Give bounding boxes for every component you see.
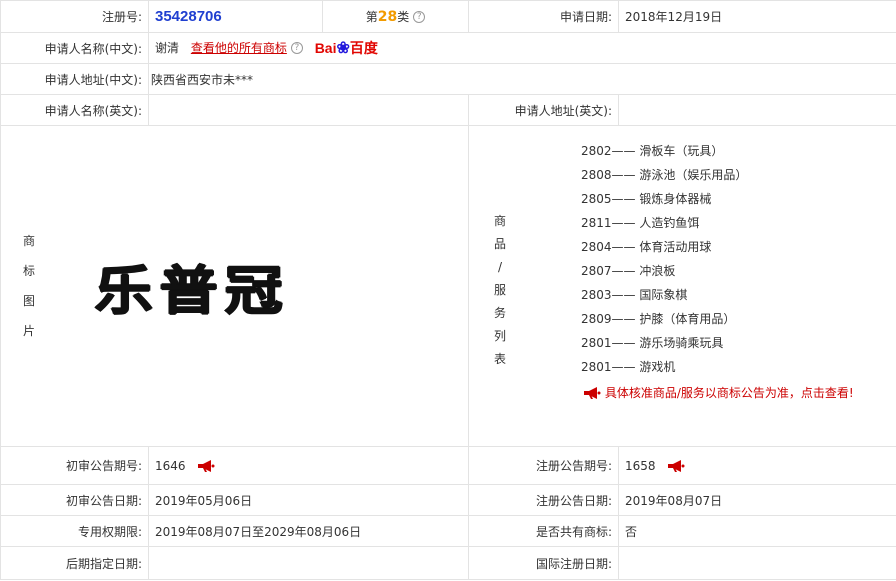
list-item: 2804—— 体育活动用球 [581,240,712,254]
list-item: 2809—— 护膝（体育用品） [581,312,736,326]
megaphone-icon[interactable] [667,459,685,472]
applicant-addr-en-label: 申请人地址(英文): [467,94,620,126]
reg-date-label: 注册公告日期: [467,484,620,516]
applicant-name-en-value [148,94,469,126]
applicant-name-cn-label: 申请人名称(中文): [0,32,149,64]
list-item: 2801—— 游戏机 [581,360,676,374]
list-item: 2801—— 游乐场骑乘玩具 [581,336,724,350]
row-exclusive: 专用权期限: 2019年08月07日至2029年08月06日 是否共有商标: 否 [0,515,896,547]
applicant-addr-en-value [618,94,896,126]
row-announce-date: 初审公告日期: 2019年05月06日 注册公告日期: 2019年08月07日 [0,484,896,516]
reg-date-value: 2019年08月07日 [618,484,896,516]
mark-image-cell: 商 标 图 片 乐普冠 [0,125,469,447]
class-suffix: 类 [397,10,410,24]
services-notice-link[interactable]: 具体核准商品/服务以商标公告为准，点击查看! [531,383,896,403]
row-registration: 注册号: 35428706 第28类? 申请日期: 2018年12月19日 [0,0,896,33]
intl-date-value [618,546,896,580]
megaphone-icon [584,387,601,399]
row-applicant-addr-cn: 申请人地址(中文): 陕西省西安市未*** [0,63,896,95]
exclusive-value: 2019年08月07日至2029年08月06日 [148,515,469,547]
list-item: 2807—— 冲浪板 [581,264,676,278]
applicant-addr-cn-value: 陕西省西安市未*** [147,63,896,95]
trademark-detail-table: 注册号: 35428706 第28类? 申请日期: 2018年12月19日 申请… [0,0,896,580]
reg-announce-no-label: 注册公告期号: [467,446,620,485]
later-date-value [148,546,469,580]
exclusive-label: 专用权期限: [0,515,149,547]
mark-image-label: 商 标 图 片 [22,234,35,338]
row-applicant-name-cn: 申请人名称(中文): 谢清 查看他的所有商标? Bai❀百度 [0,32,896,64]
reg-no-cell: 35428706 [148,0,323,33]
class-number: 28 [377,9,398,25]
list-item: 2802—— 滑板车（玩具） [581,144,724,158]
list-item: 2803—— 国际象棋 [581,288,688,302]
applicant-name-en-label: 申请人名称(英文): [0,94,149,126]
trademark-text: 乐普冠 [94,260,290,322]
prelim-no-label: 初审公告期号: [0,446,149,485]
help-icon[interactable]: ? [290,42,303,54]
reg-no-label: 注册号: [0,0,149,33]
applicant-name-cn-value: 谢清 [155,41,180,55]
shared-value: 否 [618,515,896,547]
prelim-date-label: 初审公告日期: [0,484,149,516]
services-list: 2802—— 滑板车（玩具） 2808—— 游泳池（娱乐用品） 2805—— 锻… [531,139,896,379]
class-prefix: 第 [365,10,378,24]
row-later: 后期指定日期: 国际注册日期: [0,546,896,580]
apply-date-label: 申请日期: [467,0,620,33]
megaphone-icon[interactable] [197,459,215,472]
apply-date-value: 2018年12月19日 [618,0,896,33]
prelim-date-value: 2019年05月06日 [148,484,469,516]
reg-announce-no-value: 1658 [625,458,656,473]
later-date-label: 后期指定日期: [0,546,149,580]
applicant-name-cn-cell: 谢清 查看他的所有商标? Bai❀百度 [147,32,896,64]
view-all-trademarks-link[interactable]: 查看他的所有商标 [191,41,287,55]
row-announce-no: 初审公告期号: 1646 注册公告期号: 1658 [0,446,896,485]
services-cell: 商 品 / 服 务 列 表 2802—— 滑板车（玩具） 2808—— 游泳池（… [467,125,896,447]
baidu-paw-icon: ❀ [336,40,350,57]
applicant-addr-cn-label: 申请人地址(中文): [0,63,149,95]
services-label: 商 品 / 服 务 列 表 [493,214,506,366]
class-cell: 第28类? [322,0,469,33]
list-item: 2811—— 人造钓鱼饵 [581,216,700,230]
help-icon[interactable]: ? [413,11,426,23]
prelim-no-cell: 1646 [148,446,469,485]
row-applicant-en: 申请人名称(英文): 申请人地址(英文): [0,94,896,126]
row-mark-and-services: 商 标 图 片 乐普冠 商 品 / 服 务 列 表 2802—— 滑板车（玩具）… [0,125,896,447]
shared-label: 是否共有商标: [467,515,620,547]
services-list-wrap: 2802—— 滑板车（玩具） 2808—— 游泳池（娱乐用品） 2805—— 锻… [531,126,896,445]
reg-no-value: 35428706 [155,8,222,25]
list-item: 2805—— 锻炼身体器械 [581,192,712,206]
prelim-no-value: 1646 [155,458,186,473]
baidu-search-icon[interactable]: Bai❀百度 [315,38,378,58]
trademark-image: 乐普冠 [57,127,468,446]
intl-date-label: 国际注册日期: [467,546,620,580]
reg-announce-no-cell: 1658 [618,446,896,485]
list-item: 2808—— 游泳池（娱乐用品） [581,168,748,182]
